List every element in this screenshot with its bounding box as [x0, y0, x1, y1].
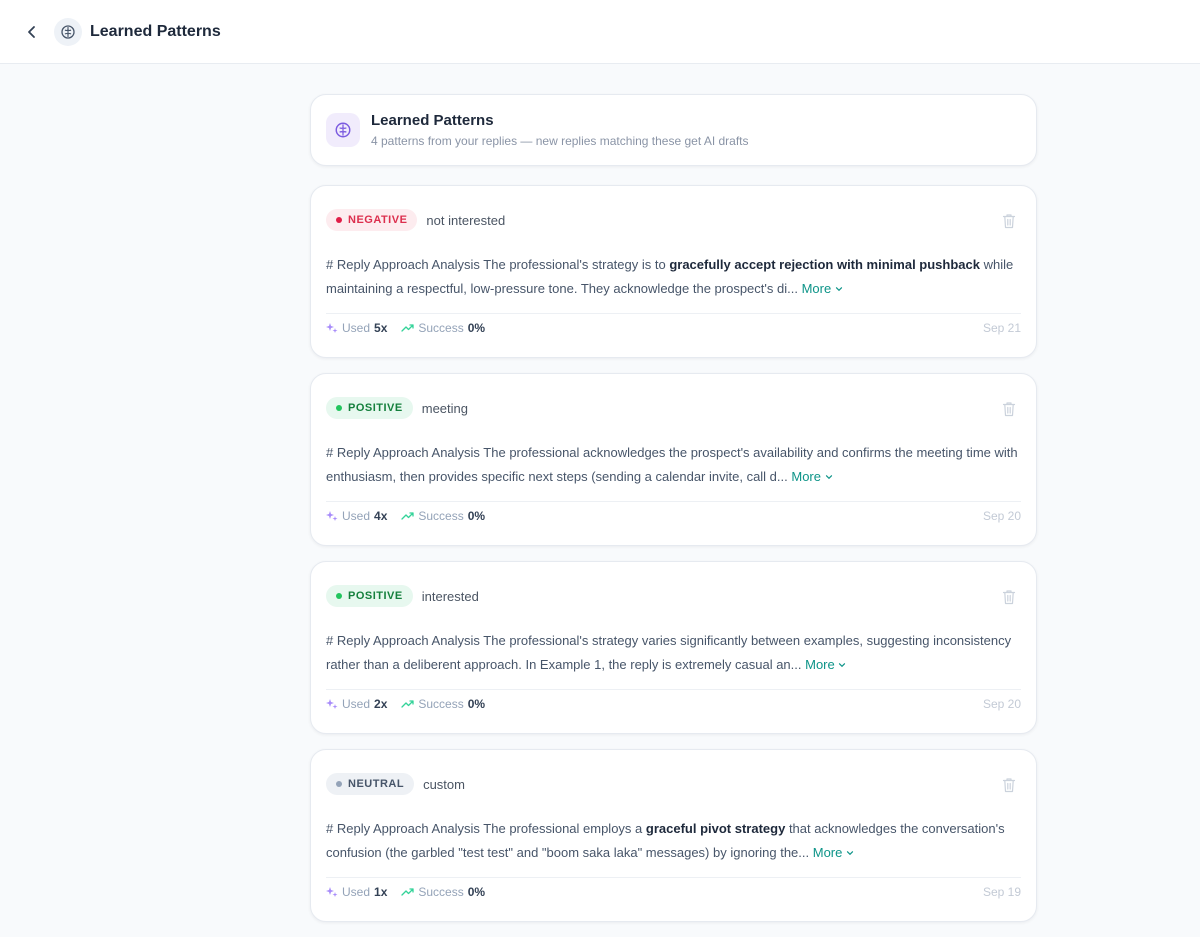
- pattern-category: not interested: [426, 212, 506, 228]
- used-count: 1x: [374, 885, 388, 899]
- used-stat: Used 2x: [326, 697, 387, 711]
- sentiment-badge: NEUTRAL: [326, 773, 415, 795]
- pattern-category: custom: [423, 776, 465, 792]
- success-stat: Success 0%: [401, 885, 485, 899]
- pattern-date: Sep 21: [982, 321, 1021, 335]
- trash-icon: [1002, 778, 1016, 793]
- sentiment-badge: NEGATIVE: [326, 209, 418, 231]
- pattern-stats: Used 2x Success 0%: [326, 697, 499, 711]
- divider: [326, 313, 1021, 314]
- sparkles-icon: [326, 323, 338, 333]
- more-button[interactable]: More: [802, 281, 843, 296]
- brain-icon: [54, 17, 82, 46]
- back-button[interactable]: [20, 20, 44, 44]
- sentiment-label: POSITIVE: [348, 590, 403, 602]
- chevron-down-icon: [835, 287, 842, 292]
- trash-icon: [1002, 214, 1016, 229]
- sentiment-badge: POSITIVE: [326, 585, 413, 607]
- more-button[interactable]: More: [791, 469, 832, 484]
- pattern-description: # Reply Approach Analysis The profession…: [326, 257, 1014, 296]
- more-button[interactable]: More: [805, 657, 846, 672]
- pattern-description: # Reply Approach Analysis The profession…: [326, 821, 1005, 860]
- section-subtitle: 4 patterns from your replies — new repli…: [371, 134, 749, 148]
- delete-button[interactable]: [1002, 401, 1016, 422]
- pattern-description: # Reply Approach Analysis The profession…: [326, 633, 1012, 672]
- pattern-card: POSITIVE meeting # Reply Approach Analys…: [310, 373, 1037, 546]
- success-stat: Success 0%: [401, 321, 485, 335]
- sparkles-icon: [326, 699, 338, 709]
- used-count: 5x: [374, 321, 388, 335]
- page-title: Learned Patterns: [90, 22, 221, 40]
- success-rate: 0%: [467, 885, 486, 899]
- delete-button[interactable]: [1002, 213, 1016, 234]
- pattern-card: NEGATIVE not interested # Reply Approach…: [310, 185, 1037, 358]
- sparkles-icon: [326, 887, 338, 897]
- delete-button[interactable]: [1002, 777, 1016, 798]
- pattern-list: NEGATIVE not interested # Reply Approach…: [310, 185, 1037, 922]
- success-stat: Success 0%: [401, 509, 485, 523]
- status-dot: [336, 405, 342, 411]
- pattern-date: Sep 20: [982, 509, 1021, 523]
- pattern-stats: Used 5x Success 0%: [326, 321, 499, 335]
- trash-icon: [1002, 590, 1016, 605]
- divider: [326, 877, 1021, 878]
- used-count: 4x: [374, 509, 388, 523]
- trending-up-icon: [401, 888, 415, 896]
- success-stat: Success 0%: [401, 697, 485, 711]
- trending-up-icon: [401, 324, 415, 332]
- sentiment-label: POSITIVE: [348, 402, 403, 414]
- sentiment-badge: POSITIVE: [326, 397, 413, 419]
- used-stat: Used 4x: [326, 509, 387, 523]
- top-bar: Learned Patterns: [0, 0, 1200, 64]
- patterns-header-card: Learned Patterns 4 patterns from your re…: [310, 94, 1037, 166]
- pattern-date: Sep 19: [982, 885, 1021, 899]
- chevron-left-icon: [28, 25, 35, 38]
- chevron-down-icon: [846, 851, 854, 856]
- delete-button[interactable]: [1002, 589, 1016, 610]
- sparkles-icon: [326, 511, 338, 521]
- pattern-description: # Reply Approach Analysis The profession…: [326, 445, 1018, 484]
- sentiment-label: NEUTRAL: [348, 778, 405, 790]
- pattern-stats: Used 4x Success 0%: [326, 509, 499, 523]
- main-content: Learned Patterns 4 patterns from your re…: [310, 94, 1037, 937]
- pattern-card: POSITIVE interested # Reply Approach Ana…: [310, 561, 1037, 734]
- pattern-card: NEUTRAL custom # Reply Approach Analysis…: [310, 749, 1037, 922]
- used-stat: Used 5x: [326, 321, 387, 335]
- brain-icon: [326, 113, 360, 147]
- pattern-stats: Used 1x Success 0%: [326, 885, 499, 899]
- used-count: 2x: [374, 697, 388, 711]
- trash-icon: [1002, 402, 1016, 417]
- section-title: Learned Patterns: [371, 112, 494, 129]
- sentiment-label: NEGATIVE: [348, 214, 408, 226]
- status-dot: [336, 781, 342, 787]
- status-dot: [336, 593, 342, 599]
- pattern-category: interested: [421, 588, 479, 604]
- more-button[interactable]: More: [813, 845, 854, 860]
- success-rate: 0%: [467, 509, 486, 523]
- pattern-date: Sep 20: [982, 697, 1021, 711]
- pattern-category: meeting: [421, 400, 468, 416]
- divider: [326, 501, 1021, 502]
- success-rate: 0%: [467, 697, 486, 711]
- trending-up-icon: [401, 700, 415, 708]
- trending-up-icon: [401, 512, 415, 520]
- used-stat: Used 1x: [326, 885, 387, 899]
- divider: [326, 689, 1021, 690]
- success-rate: 0%: [467, 321, 486, 335]
- chevron-down-icon: [825, 475, 832, 480]
- chevron-down-icon: [839, 663, 846, 668]
- status-dot: [336, 217, 342, 223]
